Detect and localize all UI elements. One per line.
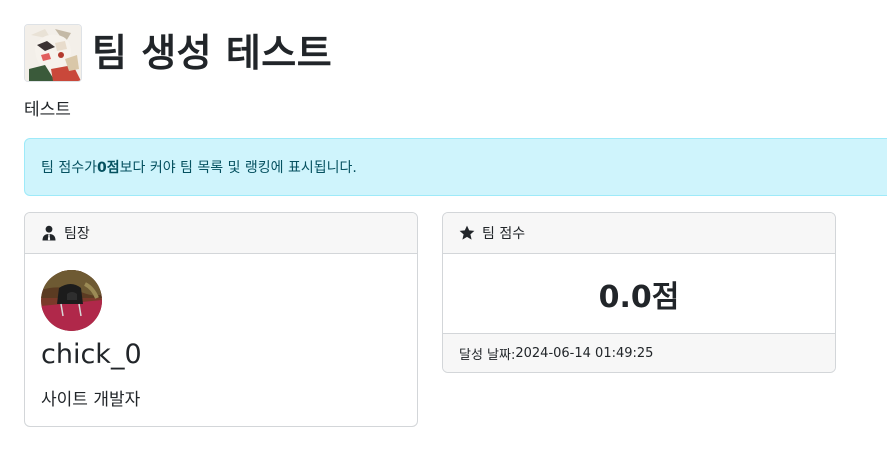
alert-prefix: 팀 점수가 [41, 160, 97, 176]
score-card-title: 팀 점수 [482, 226, 526, 242]
team-logo-image [24, 24, 82, 82]
user-tie-icon [41, 225, 57, 241]
team-score-value: 0.0점 [443, 254, 835, 334]
leader-role: 사이트 개발자 [41, 390, 141, 410]
score-card-header: 팀 점수 [443, 213, 835, 254]
title-row: 팀 생성 테스트 [24, 24, 332, 82]
leader-avatar[interactable] [41, 270, 102, 331]
team-score-card: 팀 점수 0.0점 달성 날짜: 2024-06-14 01:49:25 [442, 212, 836, 373]
leader-card-header: 팀장 [25, 213, 417, 254]
achieved-date-label: 달성 날짜: [459, 347, 516, 363]
team-description: 테스트 [24, 100, 71, 120]
achieved-date-value: 2024-06-14 01:49:25 [515, 345, 654, 361]
leader-card-title: 팀장 [64, 226, 90, 242]
leader-name[interactable]: chick_0 [41, 339, 142, 370]
alert-suffix: 보다 커야 팀 목록 및 랭킹에 표시됩니다. [119, 160, 357, 176]
team-leader-card: 팀장 chick_0 사이트 개발자 [24, 212, 418, 427]
alert-threshold: 0점 [96, 160, 120, 176]
team-page: 팀 생성 테스트 테스트 팀 점수가 0점 보다 커야 팀 목록 및 랭킹에 표시… [0, 0, 887, 462]
score-achieved-date: 달성 날짜: 2024-06-14 01:49:25 [443, 334, 835, 372]
score-threshold-alert: 팀 점수가 0점 보다 커야 팀 목록 및 랭킹에 표시됩니다. [24, 138, 887, 196]
star-icon [459, 225, 475, 241]
page-title: 팀 생성 테스트 [92, 31, 333, 75]
